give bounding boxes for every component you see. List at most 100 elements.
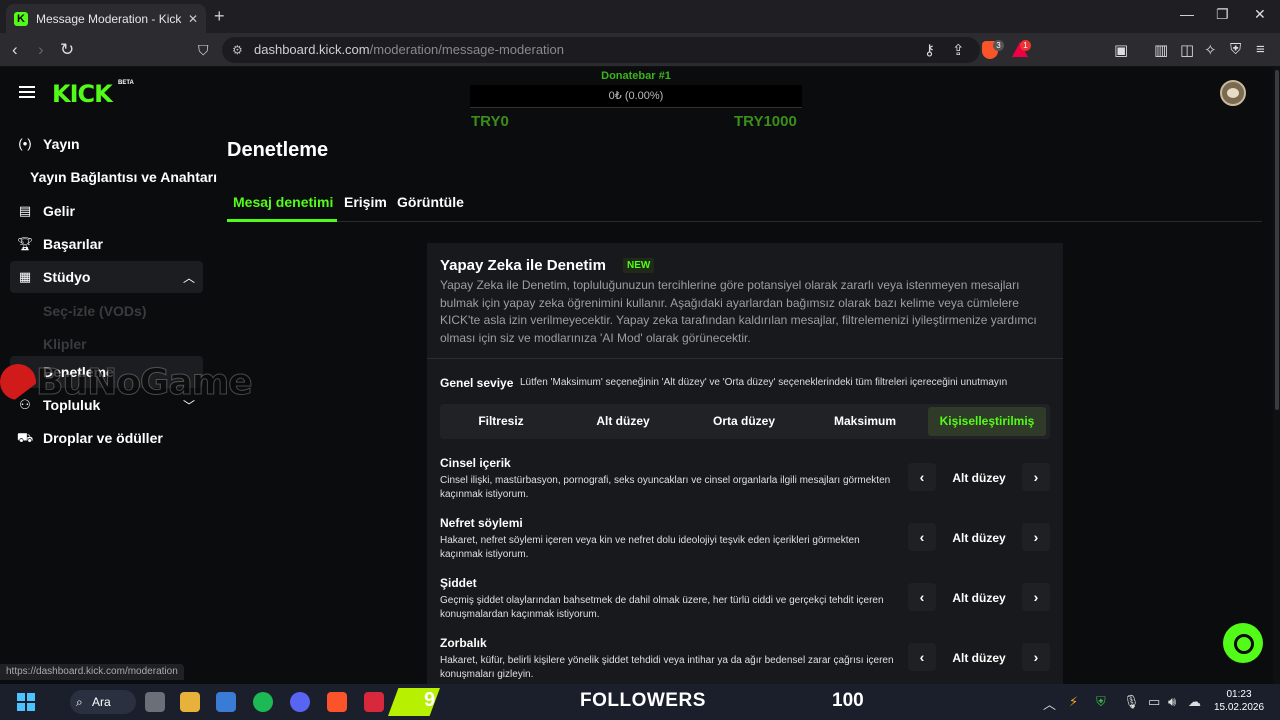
clock-date: 15.02.2026: [1213, 702, 1265, 713]
taskbar-search[interactable]: ⌕ Ara: [70, 690, 136, 714]
tab-erisim[interactable]: Erişim: [344, 194, 387, 210]
vpn-icon[interactable]: ⛨: [1230, 41, 1241, 58]
spotify-icon[interactable]: [253, 692, 273, 712]
wallet-icon[interactable]: ◫: [1180, 41, 1194, 59]
card-title: Yapay Zeka ile Denetim: [440, 257, 606, 274]
hamburger-menu-icon[interactable]: [19, 86, 35, 98]
microphone-icon[interactable]: 🎙︎: [1123, 694, 1140, 710]
tray-overflow-icon[interactable]: ︿: [1043, 694, 1056, 713]
level-option-alt-duzey[interactable]: Alt düzey: [564, 407, 682, 436]
tab-goruntule[interactable]: Görüntüle: [397, 194, 464, 210]
key-icon[interactable]: ⚷: [924, 41, 935, 59]
sidebar-toggle-icon[interactable]: ▥: [1154, 41, 1168, 59]
tab-mesaj-denetimi[interactable]: Mesaj denetimi: [233, 194, 333, 210]
task-view-icon[interactable]: [145, 692, 165, 712]
trophy-icon: 🏆︎: [16, 236, 34, 251]
donatebar-progress: 0₺ (0.00%): [470, 85, 802, 107]
taskbar-clock[interactable]: 01:23 15.02.2026: [1211, 688, 1267, 714]
sidebar-item-droplar[interactable]: ⛟ Droplar ve ödüller: [10, 422, 203, 454]
kick-favicon-icon: K: [14, 11, 28, 26]
sidebar-item-vods[interactable]: Seç-izle (VODs): [10, 295, 203, 327]
site-info-icon[interactable]: ⚙: [232, 37, 243, 63]
chevron-right-icon[interactable]: ›: [1022, 523, 1050, 551]
sidebar-item-label: Droplar ve ödüller: [43, 430, 163, 446]
level-segmented-control: Filtresiz Alt düzey Orta düzey Maksimum …: [440, 404, 1050, 439]
volume-icon[interactable]: 🔊︎: [1168, 694, 1176, 710]
level-option-maksimum[interactable]: Maksimum: [806, 407, 924, 436]
tray-security-icon[interactable]: ⛨: [1096, 694, 1106, 710]
revenue-chart-icon: ▤: [18, 203, 32, 218]
network-icon[interactable]: ▭: [1148, 694, 1160, 710]
user-avatar[interactable]: [1220, 80, 1246, 106]
category-level-value: Alt düzey: [952, 591, 1006, 605]
support-chat-icon[interactable]: [1223, 623, 1263, 663]
minimize-icon[interactable]: —: [1180, 6, 1194, 22]
sidebar-item-label: Stüdyo: [43, 269, 91, 285]
extension-badge: 3: [993, 40, 1004, 51]
close-window-icon[interactable]: ✕: [1254, 6, 1266, 23]
address-bar[interactable]: ⚙ dashboard.kick.com/moderation/message-…: [222, 37, 980, 63]
chevron-left-icon[interactable]: ‹: [908, 583, 936, 611]
chevron-up-icon[interactable]: ︿: [183, 269, 195, 286]
donatebar-max: TRY1000: [734, 113, 797, 130]
general-level-label: Genel seviye: [440, 376, 514, 390]
tray-app-icon[interactable]: ⚡: [1069, 694, 1078, 710]
kick-logo[interactable]: KICK: [52, 80, 113, 108]
sidebar-item-stream-key[interactable]: Yayın Bağlantısı ve Anahtarı: [10, 161, 217, 193]
sidebar-item-studyo[interactable]: ▦ Stüdyo ︿: [10, 261, 203, 293]
category-description: Hakaret, küfür, belirli kişilere yönelik…: [440, 655, 894, 680]
app-icon[interactable]: [364, 692, 384, 712]
sidebar-item-yayin[interactable]: (•) Yayın: [10, 128, 203, 160]
browser-tab[interactable]: K Message Moderation - Kick Das ✕: [6, 4, 206, 33]
level-option-filtresiz[interactable]: Filtresiz: [442, 407, 560, 436]
menu-icon[interactable]: ≡: [1256, 41, 1265, 58]
tabs-divider: [227, 221, 1262, 222]
level-option-kisisellestirilmis[interactable]: Kişiselleştirilmiş: [928, 407, 1046, 436]
ai-moderation-card: Yapay Zeka ile Denetim NEW Yapay Zeka il…: [427, 243, 1063, 684]
category-level-value: Alt düzey: [952, 531, 1006, 545]
general-level-note: Lütfen 'Maksimum' seçeneğinin 'Alt düzey…: [520, 377, 1008, 388]
discord-icon[interactable]: [290, 692, 310, 712]
back-icon[interactable]: ‹: [12, 40, 18, 60]
studio-icon: ▦: [18, 269, 32, 284]
battery-icon[interactable]: ☁: [1188, 694, 1201, 710]
sidebar-item-label: Yayın Bağlantısı ve Anahtarı: [30, 169, 217, 185]
category-level-value: Alt düzey: [952, 651, 1006, 665]
reader-mode-icon[interactable]: ▣: [1114, 41, 1128, 59]
chevron-left-icon[interactable]: ‹: [908, 463, 936, 491]
url-host: dashboard.kick.com: [254, 42, 370, 57]
new-tab-button[interactable]: +: [214, 6, 225, 27]
chevron-right-icon[interactable]: ›: [1022, 643, 1050, 671]
category-title: Nefret söylemi: [440, 516, 523, 530]
chevron-left-icon[interactable]: ‹: [908, 643, 936, 671]
brave-browser-icon[interactable]: [327, 692, 347, 712]
scrollbar-thumb[interactable]: [1275, 70, 1279, 410]
sidebar-item-label: Başarılar: [43, 236, 103, 252]
donatebar-divider: [470, 107, 802, 108]
active-tab-indicator: [227, 219, 337, 222]
status-url: https://dashboard.kick.com/moderation: [0, 664, 184, 680]
reload-icon[interactable]: ↻: [60, 40, 74, 60]
sidebar-item-gelir[interactable]: ▤ Gelir: [10, 195, 203, 227]
browser-toolbar: ‹ › ↻ ⛉ ⚙ dashboard.kick.com/moderation/…: [0, 33, 1280, 67]
chevron-right-icon[interactable]: ›: [1022, 583, 1050, 611]
sidebar-item-basarilar[interactable]: 🏆︎ Başarılar: [10, 228, 203, 260]
followers-goal-banner: 9 FOLLOWERS 100: [388, 686, 904, 718]
browser-tab-strip: K Message Moderation - Kick Das ✕ + — ❐ …: [0, 0, 1280, 33]
clock-time: 01:23: [1226, 689, 1252, 700]
level-option-orta-duzey[interactable]: Orta düzey: [685, 407, 803, 436]
chevron-right-icon[interactable]: ›: [1022, 463, 1050, 491]
windows-start-icon[interactable]: [17, 693, 35, 711]
close-tab-icon[interactable]: ✕: [188, 12, 198, 26]
leo-ai-icon[interactable]: ✧: [1204, 41, 1217, 59]
sidebar-item-label: Yayın: [43, 136, 80, 152]
category-title: Şiddet: [440, 576, 477, 590]
chevron-left-icon[interactable]: ‹: [908, 523, 936, 551]
file-explorer-icon[interactable]: [180, 692, 200, 712]
forward-icon[interactable]: ›: [38, 40, 44, 60]
bookmark-icon[interactable]: ⛉: [198, 42, 209, 59]
watermark-logo-icon: [0, 364, 36, 400]
share-icon[interactable]: ⇪: [952, 41, 965, 59]
store-icon[interactable]: [216, 692, 236, 712]
maximize-icon[interactable]: ❐: [1216, 6, 1229, 23]
